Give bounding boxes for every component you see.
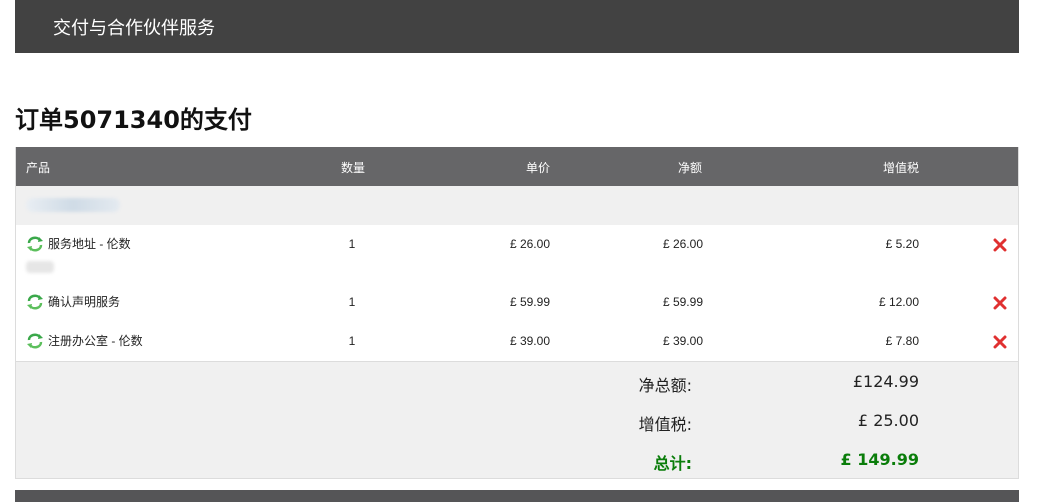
product-cell: 确认声明服务 <box>26 293 120 310</box>
grand-total-label: 总计: <box>653 454 692 473</box>
table-header: 产品 数量 单价 净额 增值税 <box>16 147 1018 186</box>
net-value: £ 26.00 <box>662 237 703 251</box>
net-total-value: £124.99 <box>852 372 919 391</box>
vat-value: £ 7.80 <box>885 334 919 348</box>
renew-icon[interactable] <box>26 333 44 349</box>
unit-price-value: £ 39.00 <box>509 334 550 348</box>
order-table: 产品 数量 单价 净额 增值税 服务地址 - 伦数 1 £ 26.00 £ 26… <box>15 147 1019 479</box>
delete-icon[interactable] <box>993 238 1007 252</box>
redacted-company-name <box>26 198 120 212</box>
column-vat: 增值税 <box>883 161 920 175</box>
vat-total-value: £ 25.00 <box>857 411 919 430</box>
renew-icon[interactable] <box>26 236 44 252</box>
grand-total-value: £ 149.99 <box>840 450 919 469</box>
delete-icon[interactable] <box>993 335 1007 349</box>
column-net: 净额 <box>678 161 703 175</box>
totals-section: 净总额: £124.99 增值税: £ 25.00 总计: £ 149.99 <box>16 361 1018 479</box>
column-quantity: 数量 <box>341 161 366 175</box>
table-row: 确认声明服务 1 £ 59.99 £ 59.99 £ 12.00 <box>16 283 1018 322</box>
product-name: 确认声明服务 <box>48 295 121 309</box>
column-product: 产品 <box>26 161 51 175</box>
table-row: 服务地址 - 伦数 1 £ 26.00 £ 26.00 £ 5.20 <box>16 225 1018 283</box>
product-cell: 注册办公室 - 伦数 <box>26 332 143 349</box>
vat-value: £ 5.20 <box>885 237 919 251</box>
unit-price-value: £ 59.99 <box>509 295 550 309</box>
net-total-label: 净总额: <box>638 376 692 395</box>
net-value: £ 39.00 <box>662 334 703 348</box>
redacted-detail <box>26 261 54 273</box>
table-row: 注册办公室 - 伦数 1 £ 39.00 £ 39.00 £ 7.80 <box>16 322 1018 361</box>
net-value: £ 59.99 <box>662 295 703 309</box>
top-header-bar: 交付与合作伙伴服务 <box>15 0 1019 53</box>
column-unit-price: 单价 <box>526 161 551 175</box>
company-group-row <box>16 186 1018 225</box>
quantity-value: 1 <box>348 295 356 309</box>
vat-total-label: 增值税: <box>638 415 692 434</box>
quantity-value: 1 <box>348 334 356 348</box>
page-title: 订单5071340的支付 <box>15 106 252 134</box>
product-name: 注册办公室 - 伦数 <box>48 334 143 348</box>
payment-details-bar <box>15 490 1019 502</box>
product-cell: 服务地址 - 伦数 <box>26 235 131 252</box>
quantity-value: 1 <box>348 237 356 251</box>
vat-value: £ 12.00 <box>878 295 919 309</box>
renew-icon[interactable] <box>26 294 44 310</box>
delete-icon[interactable] <box>993 296 1007 310</box>
unit-price-value: £ 26.00 <box>509 237 550 251</box>
header-title: 交付与合作伙伴服务 <box>53 17 215 39</box>
product-name: 服务地址 - 伦数 <box>48 237 131 251</box>
